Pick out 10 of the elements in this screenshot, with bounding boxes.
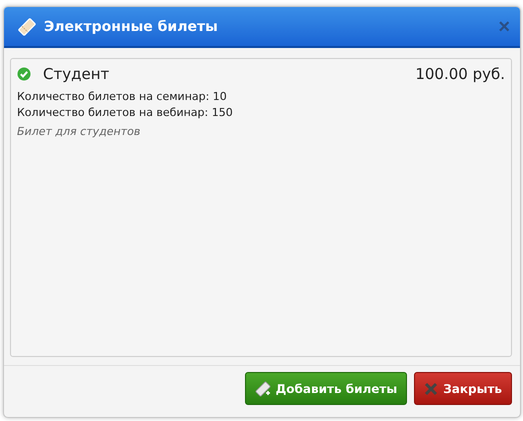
dialog-title: Электронные билеты (44, 18, 219, 34)
close-dialog-button[interactable]: Закрыть (414, 372, 512, 405)
add-tickets-button[interactable]: Добавить билеты (244, 372, 408, 405)
close-icon (424, 382, 438, 396)
ticket-price: 100.00 руб. (415, 65, 505, 83)
ticket-name: Студент (43, 65, 110, 83)
ticket-detail: Количество билетов на семинар: 10 (17, 89, 228, 105)
check-icon[interactable] (17, 67, 31, 81)
ticket-detail: Количество билетов на вебинар: 150 (17, 105, 234, 121)
ticket-description: Билет для студентов (17, 125, 142, 138)
